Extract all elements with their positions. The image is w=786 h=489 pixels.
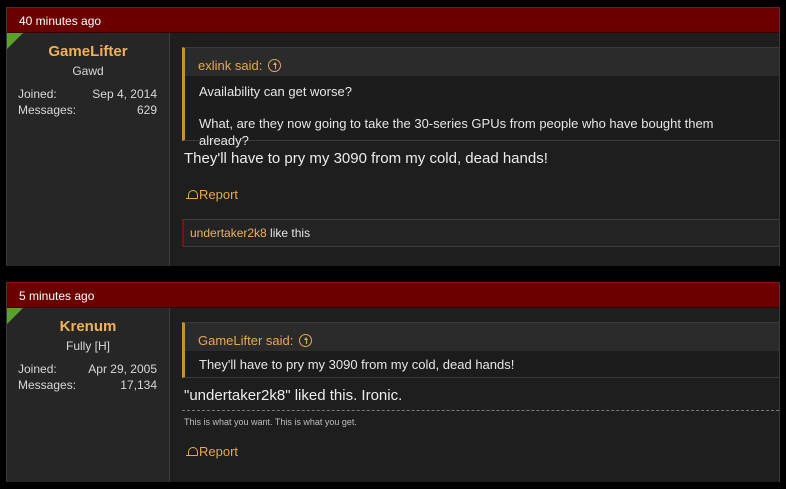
post-content: exlink said: Availability can get worse?…	[182, 33, 779, 266]
quote-line: What, are they now going to take the 30-…	[199, 116, 714, 148]
joined-value: Sep 4, 2014	[92, 87, 157, 101]
quote-line: Availability can get worse?	[199, 84, 352, 99]
bell-icon	[186, 446, 198, 458]
message-text: They'll have to pry my 3090 from my cold…	[184, 150, 548, 167]
quote-line: They'll have to pry my 3090 from my cold…	[199, 357, 515, 372]
messages-value[interactable]: 629	[137, 102, 157, 118]
report-link[interactable]: Report	[186, 444, 779, 459]
post-timestamp[interactable]: 40 minutes ago	[7, 7, 779, 33]
user-title: Fully [H]	[65, 339, 110, 353]
messages-row: Messages: 17,134	[18, 377, 157, 393]
report-label: Report	[199, 444, 239, 459]
messages-value[interactable]: 17,134	[120, 377, 157, 393]
quote-body: Availability can get worse? What, are th…	[185, 76, 779, 148]
joined-value: Apr 29, 2005	[88, 362, 157, 376]
post: 40 minutes ago GameLifter Gawd Joined: S…	[6, 7, 780, 266]
report-label: Report	[199, 187, 239, 202]
arrow-up-circle-icon[interactable]	[299, 334, 313, 347]
report-link[interactable]: Report	[186, 187, 779, 202]
signature: This is what you want. This is what you …	[184, 417, 357, 427]
joined-row: Joined: Apr 29, 2005	[18, 361, 157, 377]
quote-header[interactable]: GameLifter said:	[185, 323, 779, 351]
green-corner-icon	[7, 308, 23, 324]
likes-text: like this	[266, 226, 311, 240]
username[interactable]: GameLifter	[7, 43, 169, 60]
like-user-link[interactable]: undertaker2k8	[190, 226, 267, 240]
arrow-up-circle-icon[interactable]	[268, 59, 282, 72]
username[interactable]: Krenum	[7, 318, 169, 335]
green-corner-icon	[7, 33, 23, 49]
messages-label: Messages:	[18, 103, 77, 117]
user-cell: Krenum Fully [H] Joined: Apr 29, 2005 Me…	[7, 308, 170, 482]
quote-body: They'll have to pry my 3090 from my cold…	[185, 351, 779, 377]
quote-header[interactable]: exlink said:	[185, 48, 779, 76]
message-text: "undertaker2k8" liked this. Ironic.	[184, 387, 403, 404]
user-title: Gawd	[72, 64, 104, 78]
post-timestamp[interactable]: 5 minutes ago	[7, 282, 779, 308]
messages-label: Messages:	[18, 378, 77, 392]
user-cell: GameLifter Gawd Joined: Sep 4, 2014 Mess…	[7, 33, 170, 266]
joined-label: Joined:	[18, 87, 57, 101]
post: 5 minutes ago Krenum Fully [H] Joined: A…	[6, 282, 780, 482]
user-stats: Joined: Sep 4, 2014 Messages: 629	[18, 86, 157, 118]
quote-block: exlink said: Availability can get worse?…	[182, 47, 779, 148]
bell-icon	[186, 189, 198, 201]
joined-label: Joined:	[18, 362, 57, 376]
quote-block: GameLifter said: They'll have to pry my …	[182, 322, 779, 378]
quote-author[interactable]: GameLifter said:	[198, 333, 293, 348]
signature-divider	[182, 410, 779, 411]
messages-row: Messages: 629	[18, 102, 157, 118]
user-stats: Joined: Apr 29, 2005 Messages: 17,134	[18, 361, 157, 393]
joined-row: Joined: Sep 4, 2014	[18, 86, 157, 102]
post-content: GameLifter said: They'll have to pry my …	[182, 308, 779, 482]
likes-bar: undertaker2k8 like this	[182, 219, 779, 247]
quote-author[interactable]: exlink said:	[198, 58, 262, 73]
